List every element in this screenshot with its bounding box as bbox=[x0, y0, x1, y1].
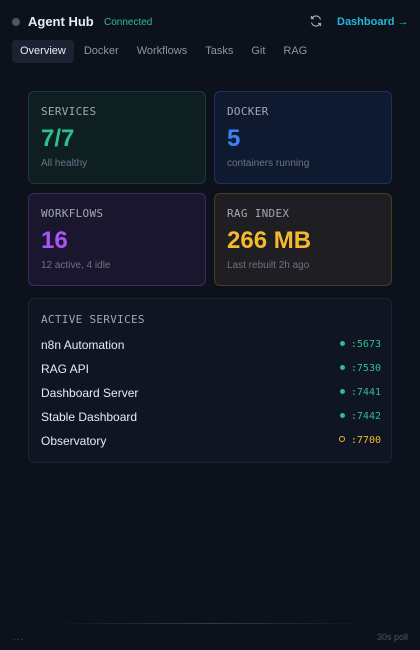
service-port: :7530 bbox=[339, 363, 381, 374]
service-row[interactable]: Stable Dashboard :7442 bbox=[41, 410, 381, 428]
workflows-card: WORKFLOWS 16 12 active, 4 idle bbox=[28, 193, 206, 286]
service-port: :5673 bbox=[339, 339, 381, 350]
rag-index-card: RAG INDEX 266 MB Last rebuilt 2h ago bbox=[214, 193, 392, 286]
active-services-title: ACTIVE SERVICES bbox=[41, 313, 145, 326]
tab-overview[interactable]: Overview bbox=[12, 40, 74, 63]
service-port: :7700 bbox=[338, 435, 381, 446]
status-ok-icon bbox=[339, 413, 345, 418]
rag-index-card-sub: Last rebuilt 2h ago bbox=[227, 260, 310, 271]
services-card-label: SERVICES bbox=[41, 105, 97, 118]
service-port-value: :7442 bbox=[350, 411, 381, 422]
service-port-value: :7530 bbox=[350, 363, 381, 374]
tab-git[interactable]: Git bbox=[243, 40, 273, 63]
workflows-card-label: WORKFLOWS bbox=[41, 207, 104, 220]
app-window: Agent Hub Connected Dashboard → Overview… bbox=[0, 0, 420, 650]
connection-status-dot bbox=[12, 18, 20, 26]
tab-bar: Overview Docker Workflows Tasks Git RAG bbox=[12, 40, 317, 63]
status-ok-icon bbox=[339, 341, 345, 346]
active-services-panel: ACTIVE SERVICES n8n Automation :5673 RAG… bbox=[28, 298, 392, 463]
status-ok-icon bbox=[339, 389, 345, 394]
service-row[interactable]: RAG API :7530 bbox=[41, 362, 381, 380]
docker-card-value: 5 bbox=[227, 125, 241, 152]
services-card-value: 7/7 bbox=[41, 125, 75, 152]
status-ok-icon bbox=[339, 365, 345, 370]
rag-index-card-label: RAG INDEX bbox=[227, 207, 290, 220]
services-card-sub: All healthy bbox=[41, 158, 88, 169]
tab-tasks[interactable]: Tasks bbox=[197, 40, 241, 63]
services-card: SERVICES 7/7 All healthy bbox=[28, 91, 206, 184]
app-title: Agent Hub bbox=[28, 14, 94, 29]
service-port-value: :7441 bbox=[350, 387, 381, 398]
rag-index-card-value: 266 MB bbox=[227, 227, 312, 254]
service-name: Stable Dashboard bbox=[41, 410, 138, 424]
service-port: :7442 bbox=[339, 411, 381, 422]
header: Agent Hub Connected Dashboard → bbox=[0, 0, 420, 44]
service-row[interactable]: Dashboard Server :7441 bbox=[41, 386, 381, 404]
workflows-card-sub: 12 active, 4 idle bbox=[41, 260, 111, 271]
service-name: n8n Automation bbox=[41, 338, 125, 352]
service-name: Dashboard Server bbox=[41, 386, 139, 400]
docker-card: DOCKER 5 containers running bbox=[214, 91, 392, 184]
tab-workflows[interactable]: Workflows bbox=[129, 40, 196, 63]
poll-interval: 30s poll bbox=[376, 632, 408, 642]
service-name: RAG API bbox=[41, 362, 90, 376]
refresh-icon[interactable] bbox=[309, 14, 323, 28]
status-warn-icon bbox=[338, 436, 345, 442]
docker-card-label: DOCKER bbox=[227, 105, 269, 118]
service-name: Observatory bbox=[41, 434, 107, 448]
workflows-card-value: 16 bbox=[41, 227, 68, 254]
service-port-value: :5673 bbox=[350, 339, 381, 350]
docker-card-sub: containers running bbox=[227, 158, 310, 169]
service-row[interactable]: n8n Automation :5673 bbox=[41, 338, 381, 356]
service-port-value: :7700 bbox=[350, 435, 381, 446]
tab-docker[interactable]: Docker bbox=[76, 40, 127, 63]
service-port: :7441 bbox=[339, 387, 381, 398]
tab-rag[interactable]: RAG bbox=[275, 40, 315, 63]
more-menu-icon[interactable]: ... bbox=[13, 632, 24, 643]
footer-divider bbox=[50, 623, 370, 624]
service-row[interactable]: Observatory :7700 bbox=[41, 434, 381, 452]
dashboard-link[interactable]: Dashboard → bbox=[337, 16, 409, 28]
connection-status: Connected bbox=[104, 17, 153, 28]
